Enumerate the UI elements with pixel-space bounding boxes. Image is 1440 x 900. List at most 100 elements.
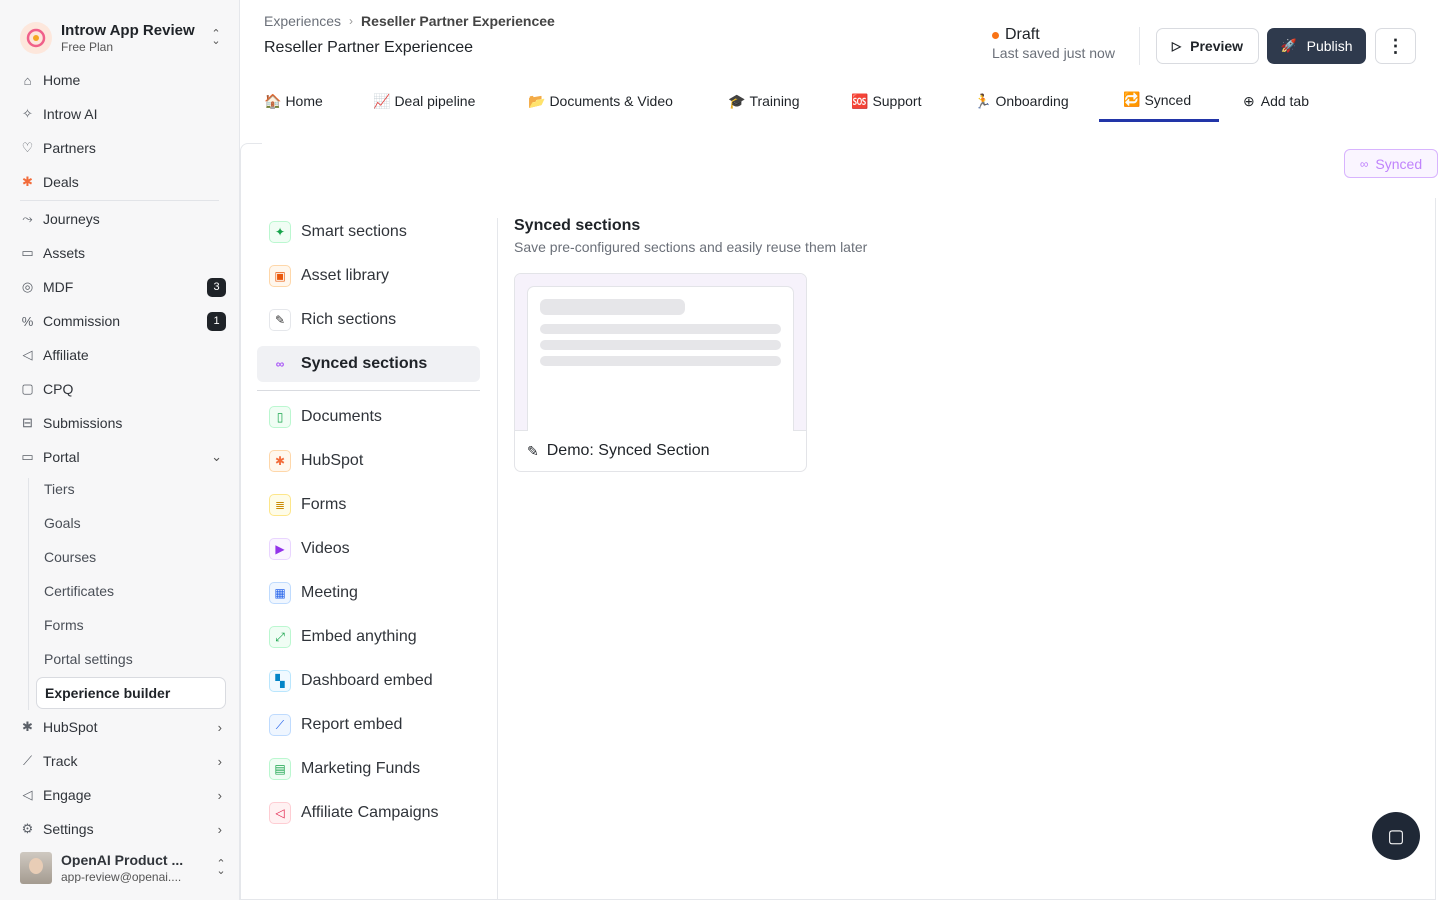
dashboard-icon: ▚ [269,670,291,692]
play-icon: ▷ [1171,39,1182,53]
more-vertical-icon: ⋮ [1386,35,1405,56]
subnav-experience-builder[interactable]: Experience builder [36,677,226,709]
menu-embed-anything[interactable]: ⤢ Embed anything [257,619,480,655]
subnav-goals[interactable]: Goals [36,508,226,538]
nav-cpq[interactable]: ▢ CPQ [12,374,228,404]
subnav-tiers[interactable]: Tiers [36,474,226,504]
inbox-icon: ⊟ [22,415,33,430]
nav-hubspot[interactable]: ✱ HubSpot › [12,712,228,742]
subnav-portal-settings[interactable]: Portal settings [36,644,226,674]
skeleton-line [540,356,781,366]
nav-affiliate[interactable]: ◁ Affiliate [12,340,228,370]
nav-partners[interactable]: ♡ Partners [12,133,228,163]
form-icon: ≣ [269,494,291,516]
menu-forms[interactable]: ≣ Forms [257,487,480,523]
divider [20,200,219,201]
menu-affiliate-campaigns[interactable]: ◁ Affiliate Campaigns [257,795,480,831]
synced-badge[interactable]: ∞ Synced [1344,149,1438,178]
add-tab-button[interactable]: ⊕ Add tab [1243,80,1309,122]
chat-launcher-button[interactable]: ▢ [1372,812,1420,860]
house-icon: 🏠 [264,92,282,109]
folder-icon: 📂 [528,92,546,109]
org-logo [20,22,52,54]
nav-introw-ai[interactable]: ✧ Introw AI [12,99,228,129]
wallet-icon: ▤ [269,758,291,780]
breadcrumb-current: Reseller Partner Experiencee [361,13,555,29]
subnav-courses[interactable]: Courses [36,542,226,572]
menu-rich-sections[interactable]: ✎ Rich sections [257,302,480,338]
page-title: Reseller Partner Experiencee [264,39,473,56]
user-menu[interactable]: OpenAI Product ... app-review@openai....… [20,851,228,885]
nav-track[interactable]: ⟋ Track › [12,746,228,776]
tab-documents-video[interactable]: 📂 Documents & Video [528,80,673,122]
chevron-right-icon: › [217,719,222,735]
nav-deals[interactable]: ✱ Deals [12,167,228,197]
brush-icon: ✎ [269,309,291,331]
org-switcher[interactable]: Introw App Review Free Plan ⌃ ⌄ [0,0,239,62]
menu-videos[interactable]: ▶ Videos [257,531,480,567]
hubspot-icon: ✱ [22,719,33,734]
hubspot-icon: ✱ [22,174,33,189]
tab-synced[interactable]: 🔁 Synced [1099,80,1219,122]
synced-section-card[interactable]: ✎ Demo: Synced Section [514,273,807,472]
route-icon: ⤳ [22,211,33,226]
percent-icon: % [21,313,34,329]
nav-home[interactable]: ⌂ Home [12,65,228,95]
preview-button[interactable]: ▷ Preview [1156,28,1259,64]
bookmark-icon: ▣ [269,265,291,287]
nav-journeys[interactable]: ⤳ Journeys [12,204,228,234]
skeleton-line [540,299,685,315]
divider [1139,27,1140,65]
menu-documents[interactable]: ▯ Documents [257,399,480,435]
menu-marketing-funds[interactable]: ▤ Marketing Funds [257,751,480,787]
folder-icon: ▭ [21,245,34,260]
org-name: Introw App Review [61,22,195,39]
breadcrumb-parent[interactable]: Experiences [264,13,341,29]
tab-onboarding[interactable]: 🏃 Onboarding [974,80,1069,122]
menu-report-embed[interactable]: ⟋ Report embed [257,707,480,743]
canvas-edge [240,143,262,199]
nav-assets[interactable]: ▭ Assets [12,238,228,268]
nav-mdf[interactable]: ◎ MDF 3 [12,272,228,302]
gear-icon: ⚙ [21,821,34,836]
menu-synced-sections[interactable]: ∞ Synced sections [257,346,480,382]
menu-dashboard-embed[interactable]: ▚ Dashboard embed [257,663,480,699]
divider [257,390,480,391]
tab-training[interactable]: 🎓 Training [728,80,800,122]
user-name: OpenAI Product ... [61,853,184,867]
tab-support[interactable]: 🆘 Support [851,80,921,122]
tab-deal-pipeline[interactable]: 📈 Deal pipeline [373,80,475,122]
nav-settings[interactable]: ⚙ Settings › [12,814,228,844]
tab-home[interactable]: 🏠 Home [264,80,323,122]
subnav-certificates[interactable]: Certificates [36,576,226,606]
tab-bar: 🏠 Home 📈 Deal pipeline 📂 Documents & Video … [240,80,1440,122]
sparkle-icon: ✧ [22,106,33,121]
chevron-right-icon: › [217,787,222,803]
hubspot-icon: ✱ [269,450,291,472]
draft-dot [992,31,999,39]
nav-engage[interactable]: ◁ Engage › [12,780,228,810]
mdf-badge: 3 [207,277,226,297]
org-plan: Free Plan [61,40,114,54]
section-title: Synced sections [514,217,641,234]
plus-circle-icon: ⊕ [1243,92,1255,109]
rocket-icon: 🚀 [1280,38,1297,53]
menu-asset-library[interactable]: ▣ Asset library [257,258,480,294]
chevron-right-icon: › [217,821,222,837]
menu-meeting[interactable]: ▦ Meeting [257,575,480,611]
nav-commission[interactable]: % Commission 1 [12,306,228,336]
more-options-button[interactable]: ⋮ [1375,28,1416,64]
saved-status: Last saved just now [992,45,1115,61]
menu-smart-sections[interactable]: ✦ Smart sections [257,214,480,250]
publish-button[interactable]: 🚀 Publish [1267,28,1366,64]
nav-submissions[interactable]: ⊟ Submissions [12,408,228,438]
chat-icon: ▢ [1387,825,1405,846]
section-picker-panel: ✦ Smart sections ▣ Asset library ✎ Rich sec… [240,198,1436,900]
chevron-right-icon: › [217,753,222,769]
subnav-forms[interactable]: Forms [36,610,226,640]
menu-hubspot[interactable]: ✱ HubSpot [257,443,480,479]
main-content: Experiences › Reseller Partner Experienc… [240,0,1440,900]
receipt-icon: ▢ [21,381,34,396]
nav-portal[interactable]: ▭ Portal ⌄ [12,442,228,472]
commission-badge: 1 [207,311,226,331]
